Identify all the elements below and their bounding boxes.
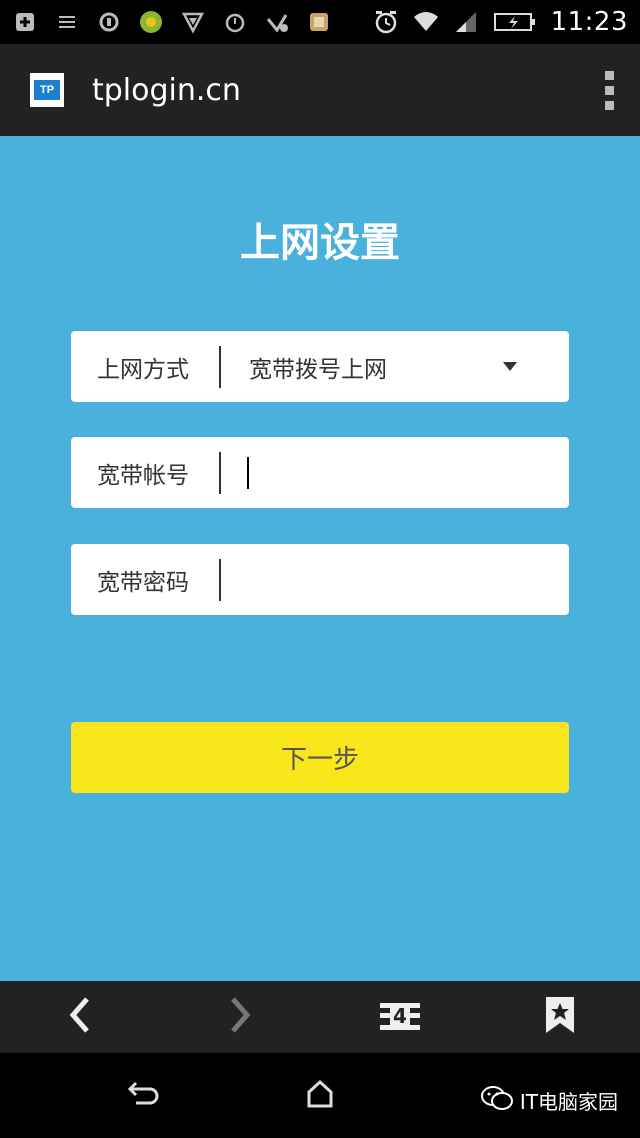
wechat-icon [480,1084,514,1117]
tabs-icon[interactable]: 4 [378,999,422,1035]
password-field[interactable]: 宽带密码 [71,544,569,615]
chevron-left-icon[interactable] [65,995,95,1039]
page-content: 上网设置 上网方式 宽带拨号上网 宽带帐号 宽带密码 下一步 [0,136,640,981]
wifi-icon [413,9,439,35]
overflow-menu-icon[interactable] [605,70,614,110]
battery-charging-icon [493,9,537,35]
menu-lines-icon [54,9,80,35]
tabs-nav[interactable]: 4 [320,999,480,1035]
browser-toolbar: TP tplogin.cn [0,44,640,136]
add-icon [12,9,38,35]
watermark: IT电脑家园 [480,1084,618,1117]
password-label: 宽带密码 [97,569,189,596]
check-shield-icon [264,9,290,35]
connection-type-value[interactable]: 宽带拨号上网 [221,350,503,384]
back-arrow-icon[interactable] [126,1079,160,1113]
system-home[interactable] [285,1079,355,1113]
alarm-icon [222,9,248,35]
connection-type-select[interactable]: 上网方式 宽带拨号上网 [71,331,569,402]
system-status: 11:23 [373,7,628,37]
signal-icon [453,9,479,35]
status-bar: 11:23 [0,0,640,44]
watermark-text: IT电脑家园 [519,1090,618,1114]
store-icon [306,9,332,35]
site-favicon: TP [30,73,64,107]
chevron-right-icon[interactable] [225,995,255,1039]
shield-icon [180,9,206,35]
page-title: 上网设置 [240,220,400,266]
home-icon[interactable] [305,1079,335,1113]
notification-icons [12,9,332,35]
bookmarks-nav[interactable] [480,995,640,1039]
text-cursor [247,456,249,489]
dropdown-arrow-icon[interactable] [503,362,517,371]
url-text[interactable]: tplogin.cn [92,73,241,108]
field-divider [219,558,221,601]
system-back[interactable] [0,1079,285,1113]
back-nav[interactable] [0,995,160,1039]
browser-bottom-nav: 4 [0,981,640,1053]
alarm-clock-icon [373,9,399,35]
next-button[interactable]: 下一步 [71,722,569,793]
tp-logo-text: TP [34,80,60,100]
account-field[interactable]: 宽带帐号 [71,437,569,508]
connection-type-label: 上网方式 [97,356,189,383]
tab-count: 4 [390,1004,410,1028]
account-label: 宽带帐号 [97,462,189,489]
field-divider [219,451,221,494]
forward-nav[interactable] [160,995,320,1039]
sync-icon [96,9,122,35]
app-icon [138,9,164,35]
bookmark-star-icon[interactable] [544,995,576,1039]
clock: 11:23 [550,7,628,37]
